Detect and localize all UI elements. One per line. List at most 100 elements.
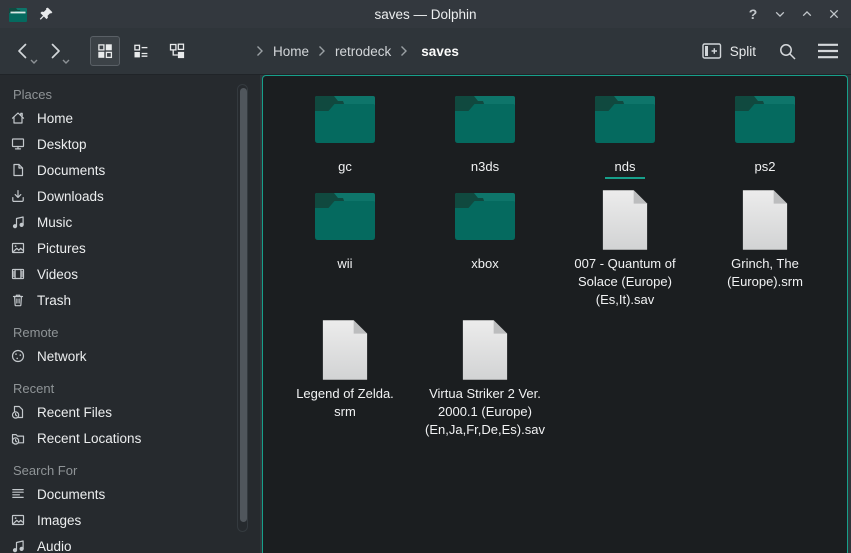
sidebar-item-recent-locations[interactable]: Recent Locations (0, 425, 260, 451)
breadcrumb: Home retrodeck saves (256, 44, 459, 59)
search-icon (778, 42, 797, 61)
item-label-line: Grinch, The (727, 255, 803, 273)
sidebar-item-downloads[interactable]: Downloads (0, 183, 260, 209)
file-icon (740, 188, 790, 252)
sidebar-item-label: Audio (37, 539, 72, 553)
sidebar-item-label: Home (37, 111, 73, 126)
places-panel: PlacesHomeDesktopDocumentsDownloadsMusic… (0, 75, 260, 553)
downloads-icon (10, 188, 26, 204)
minimize-icon (772, 6, 788, 22)
sidebar-item-documents[interactable]: Documents (0, 157, 260, 183)
back-icon (13, 41, 33, 61)
recent-files-icon (10, 404, 26, 420)
item-label: n3ds (471, 158, 499, 176)
item-label: wii (337, 255, 352, 273)
sidebar-item-music[interactable]: Music (0, 209, 260, 235)
details-view-button[interactable] (126, 36, 156, 66)
item-label: xbox (471, 255, 498, 273)
sidebar-item-pictures[interactable]: Pictures (0, 235, 260, 261)
sidebar-item-images[interactable]: Images (0, 507, 260, 533)
breadcrumb-chevron-icon (318, 45, 326, 57)
item-label: Legend of Zelda.srm (296, 385, 394, 421)
sidebar-item-label: Recent Files (37, 405, 112, 420)
sidebar-item-audio[interactable]: Audio (0, 533, 260, 553)
breadcrumb-chevron-icon (256, 45, 264, 57)
item-label: 007 - Quantum ofSolace (Europe)(Es,It).s… (574, 255, 675, 309)
maximize-button[interactable] (798, 5, 816, 23)
network-icon (10, 348, 26, 364)
item-label-line: srm (296, 403, 394, 421)
pin-icon[interactable] (38, 6, 54, 22)
folder-item-xbox[interactable]: xbox (415, 188, 555, 309)
file-icon (460, 318, 510, 382)
split-icon (702, 43, 722, 59)
sidebar-item-label: Desktop (37, 137, 87, 152)
hamburger-menu-button[interactable] (817, 43, 839, 59)
hamburger-menu-icon (817, 43, 839, 59)
item-label-line: n3ds (471, 158, 499, 176)
sidebar-section-header: Search For (0, 459, 260, 481)
breadcrumb-item-home[interactable]: Home (273, 44, 309, 59)
item-label-line: 2000.1 (Europe) (425, 403, 545, 421)
sidebar-item-label: Trash (37, 293, 71, 308)
main-toolbar: Home retrodeck saves Split (0, 28, 851, 75)
minimize-button[interactable] (771, 5, 789, 23)
sidebar-item-home[interactable]: Home (0, 105, 260, 131)
sidebar-item-documents[interactable]: Documents (0, 481, 260, 507)
sidebar-item-videos[interactable]: Videos (0, 261, 260, 287)
file-item-grinch-the-europe-srm[interactable]: Grinch, The(Europe).srm (695, 188, 835, 309)
forward-dropdown-caret (62, 59, 70, 65)
sidebar-item-label: Videos (37, 267, 78, 282)
breadcrumb-item-retrodeck[interactable]: retrodeck (335, 44, 391, 59)
folder-icon (593, 91, 657, 155)
folder-icon (453, 91, 517, 155)
folder-item-ps2[interactable]: ps2 (695, 91, 835, 179)
item-label-line: Solace (Europe) (574, 273, 675, 291)
back-button[interactable] (10, 36, 36, 66)
sidebar-section-recent: RecentRecent FilesRecent Locations (0, 377, 260, 451)
pictures-icon (10, 240, 26, 256)
sidebar-item-label: Documents (37, 487, 105, 502)
file-item-legend-of-zelda-srm[interactable]: Legend of Zelda.srm (275, 318, 415, 439)
window-content: PlacesHomeDesktopDocumentsDownloadsMusic… (0, 75, 851, 553)
titlebar: saves — Dolphin ? (0, 0, 851, 28)
item-label-line: (Es,It).sav (574, 291, 675, 309)
sidebar-item-network[interactable]: Network (0, 343, 260, 369)
icons-view-button[interactable] (90, 36, 120, 66)
file-item-virtua-striker-2-ver-2000-1-europe-en-ja-fr-de-es-sav[interactable]: Virtua Striker 2 Ver.2000.1 (Europe)(En,… (415, 318, 555, 439)
close-button[interactable] (825, 5, 843, 23)
item-label: Grinch, The(Europe).srm (727, 255, 803, 291)
details-view-icon (133, 43, 149, 59)
sidebar-item-label: Recent Locations (37, 431, 141, 446)
sidebar-item-desktop[interactable]: Desktop (0, 131, 260, 157)
breadcrumb-item-saves[interactable]: saves (421, 44, 459, 59)
breadcrumb-chevron-icon (400, 45, 408, 57)
item-label: Virtua Striker 2 Ver.2000.1 (Europe)(En,… (425, 385, 545, 439)
home-icon (10, 110, 26, 126)
help-icon: ? (749, 7, 758, 21)
split-button[interactable]: Split (702, 43, 756, 59)
view-mode-group (90, 36, 192, 66)
folder-item-gc[interactable]: gc (275, 91, 415, 179)
sidebar-item-trash[interactable]: Trash (0, 287, 260, 313)
item-label-line: (En,Ja,Fr,De,Es).sav (425, 421, 545, 439)
help-button[interactable]: ? (744, 5, 762, 23)
folder-icon (733, 91, 797, 155)
sidebar-scrollbar-handle[interactable] (240, 88, 247, 522)
item-label-line: (Europe).srm (727, 273, 803, 291)
item-label: ps2 (755, 158, 776, 176)
back-dropdown-caret (30, 59, 38, 65)
sidebar-section-places: PlacesHomeDesktopDocumentsDownloadsMusic… (0, 83, 260, 313)
folder-icon (453, 188, 517, 252)
search-button[interactable] (778, 42, 797, 61)
sidebar-item-recent-files[interactable]: Recent Files (0, 399, 260, 425)
file-item-007-quantum-of-solace-europe-es-it-sav[interactable]: 007 - Quantum ofSolace (Europe)(Es,It).s… (555, 188, 695, 309)
documents-icon (10, 162, 26, 178)
tree-view-button[interactable] (162, 36, 192, 66)
item-label-line: gc (338, 158, 352, 176)
folder-item-n3ds[interactable]: n3ds (415, 91, 555, 179)
forward-button[interactable] (42, 36, 68, 66)
icons-view-icon (97, 43, 113, 59)
folder-item-nds[interactable]: nds (555, 91, 695, 179)
folder-item-wii[interactable]: wii (275, 188, 415, 309)
